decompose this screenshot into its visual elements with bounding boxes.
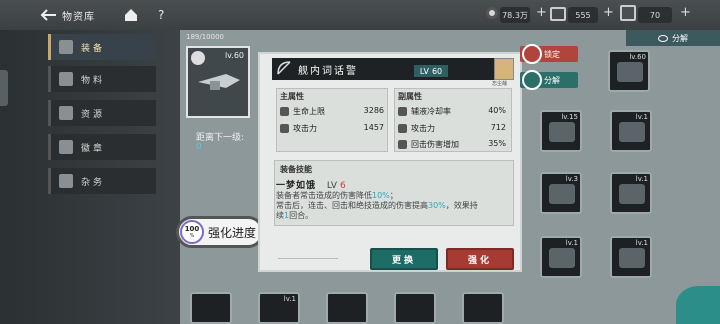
main-stats-title: 主属性: [280, 92, 304, 101]
weapon-icon: [198, 74, 240, 90]
inventory-decompose-button[interactable]: 分解: [626, 30, 720, 46]
resource2-amount: 555: [568, 7, 598, 23]
decompose-button[interactable]: 分解: [520, 70, 578, 90]
bow-icon: [277, 61, 291, 75]
resource3-icon: [620, 5, 636, 21]
equipment-icon: [59, 40, 73, 54]
stat-value: 3286: [363, 106, 384, 115]
stat-value: 1457: [363, 123, 384, 132]
stat-row: 辅液冷却率: [398, 106, 451, 117]
resource1-add-icon[interactable]: +: [536, 5, 547, 20]
stat-value: 40%: [488, 106, 506, 115]
progress-circle: 100 %: [180, 220, 204, 244]
stat-row: 回击伤害增加: [398, 139, 459, 150]
home-icon: [125, 9, 137, 21]
corner-emblem-icon[interactable]: [676, 286, 720, 324]
owner-avatar: [494, 58, 514, 80]
skill-desc-line3: 续1回合。: [276, 211, 314, 220]
equipment-art-icon: [619, 248, 645, 268]
help-button[interactable]: ?: [158, 6, 164, 24]
skill-title: 装备技能: [280, 165, 312, 174]
selected-equipment-card[interactable]: lv.60: [186, 46, 250, 118]
skill-level: 6: [339, 181, 346, 191]
inventory-slot[interactable]: [326, 292, 368, 324]
tab-badges[interactable]: 徽章: [48, 134, 156, 160]
resource3-add-icon[interactable]: +: [680, 5, 691, 20]
back-button[interactable]: 物资库: [40, 6, 95, 24]
equipment-name: 舰内词话警: [298, 66, 358, 77]
inventory-slot[interactable]: lv.1: [610, 236, 652, 278]
skill-level-label: LV: [326, 181, 338, 191]
inventory-slot[interactable]: lv.1: [610, 172, 652, 214]
eye-icon: [522, 70, 542, 90]
equipment-type-icon: [191, 51, 205, 65]
heart-shield-icon: [280, 107, 289, 116]
eye-icon: [658, 34, 668, 42]
skill-desc-line2: 常击后，连击、回击和绝技造成的伤害提高30%，效果持: [276, 201, 478, 210]
skill-name: 一梦如饿: [276, 181, 317, 191]
misc-icon: [59, 174, 73, 188]
panel-footer-icons: [278, 258, 338, 266]
inventory-slot[interactable]: lv.3: [540, 172, 582, 214]
page-title: 物资库: [62, 11, 95, 23]
crossed-swords-icon: [280, 124, 289, 133]
enhance-progress-tag: 100 % 强化进度: [176, 216, 264, 248]
tab-materials[interactable]: 物料: [48, 66, 156, 92]
crossed-swords-icon: [398, 124, 407, 133]
skill-desc-line1: 装备者常击造成的伤害降低10%；: [276, 191, 398, 200]
inventory-slot[interactable]: [190, 292, 232, 324]
equipment-art-icon: [617, 62, 643, 82]
skill-name-line: 一梦如饿 LV 6: [276, 178, 346, 191]
sub-stats-title: 副属性: [398, 92, 422, 101]
resource1-amount: 78.3万: [500, 7, 530, 23]
next-level-value: 0: [196, 142, 202, 152]
tab-resources[interactable]: 资源: [48, 100, 156, 126]
materials-icon: [59, 72, 73, 86]
inventory-slot[interactable]: lv.1: [540, 236, 582, 278]
stat-row: 生命上限: [280, 106, 325, 117]
replace-button[interactable]: 更换: [370, 248, 438, 270]
equipment-art-icon: [549, 184, 575, 204]
owner-name: 忘尘哉: [492, 81, 508, 87]
left-edge-tab[interactable]: [0, 70, 8, 106]
resources-icon: [59, 106, 73, 120]
counter-icon: [398, 140, 407, 149]
stat-value: 35%: [488, 139, 506, 148]
equipment-art-icon: [619, 184, 645, 204]
tab-equipment[interactable]: 装备: [48, 34, 156, 60]
lock-icon: [522, 44, 542, 64]
inventory-slot[interactable]: [394, 292, 436, 324]
cooldown-icon: [398, 107, 407, 116]
badges-icon: [59, 140, 73, 154]
level-tag: LV 60: [414, 65, 448, 77]
stat-row: 攻击力: [280, 123, 317, 134]
resource2-add-icon[interactable]: +: [603, 5, 614, 20]
progress-label: 强化进度: [208, 225, 257, 240]
stat-row: 攻击力: [398, 123, 435, 134]
equipment-art-icon: [549, 248, 575, 268]
upgrade-button[interactable]: 强化: [446, 248, 514, 270]
equipment-art-icon: [619, 122, 645, 142]
next-level-label: 距离下一级:: [196, 133, 245, 143]
inventory-slot[interactable]: [462, 292, 504, 324]
tab-misc[interactable]: 杂务: [48, 168, 156, 194]
inventory-slot[interactable]: lv.1: [258, 292, 300, 324]
resource2-icon: [550, 7, 566, 21]
back-arrow-icon: [40, 9, 56, 21]
inventory-count: 189/10000: [186, 33, 224, 41]
inventory-slot[interactable]: lv.15: [540, 110, 582, 152]
equipment-art-icon: [549, 122, 575, 142]
lock-button[interactable]: 锁定: [520, 44, 578, 64]
inventory-slot[interactable]: lv.1: [610, 110, 652, 152]
stat-value: 712: [490, 123, 506, 132]
resource3-amount: 70: [638, 7, 672, 23]
resource1-icon: [486, 7, 498, 19]
inventory-slot[interactable]: lv.60: [608, 50, 650, 92]
home-button[interactable]: [124, 6, 138, 24]
